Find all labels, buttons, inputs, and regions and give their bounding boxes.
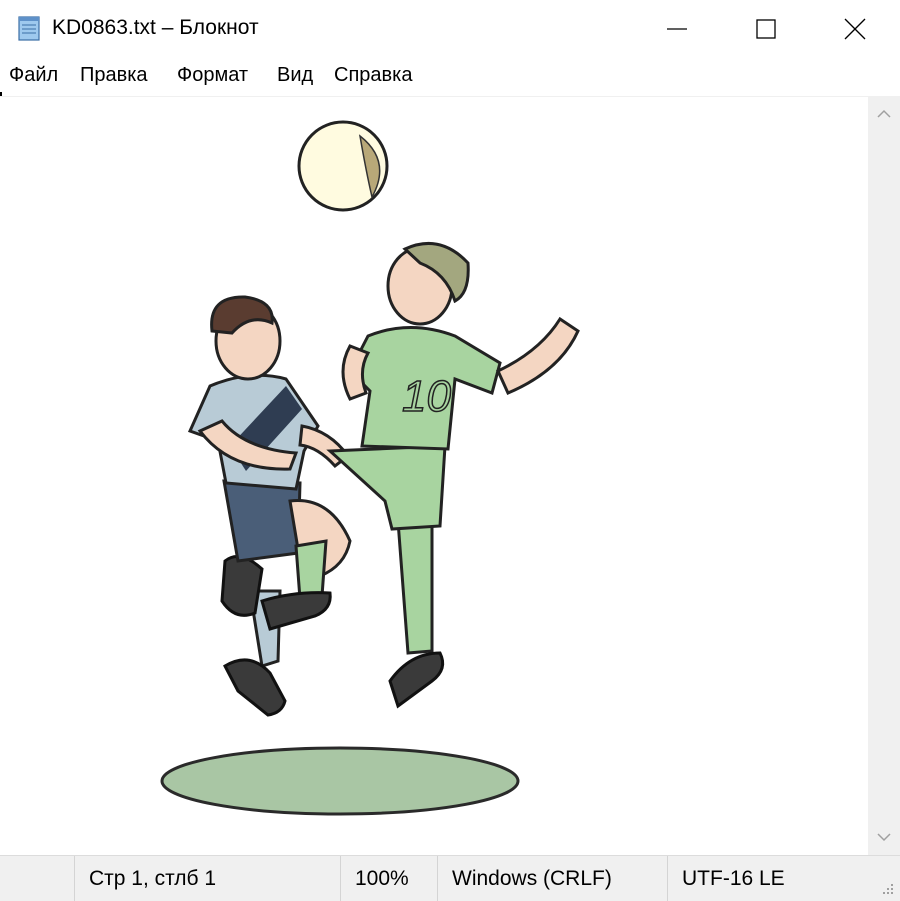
window-title: KD0863.txt – Блокнот: [52, 16, 259, 39]
ground-shadow: [160, 746, 520, 816]
scroll-up-button[interactable]: [868, 96, 900, 132]
menu-edit[interactable]: Правка: [79, 64, 149, 87]
text-editor-area[interactable]: 10: [0, 96, 868, 856]
title-bar[interactable]: KD0863.txt – Блокнот: [0, 0, 900, 58]
status-line-endings: Windows (CRLF): [437, 856, 667, 901]
vertical-scrollbar[interactable]: [868, 96, 900, 855]
player-left: [187, 295, 351, 717]
resize-grip-icon[interactable]: [880, 881, 894, 895]
chevron-down-icon: [877, 833, 891, 842]
menu-bar: Файл Правка Формат Вид Справка: [0, 60, 900, 94]
notepad-icon: [15, 14, 43, 42]
maximize-icon: [756, 19, 776, 39]
minimize-button[interactable]: [632, 0, 722, 58]
close-button[interactable]: [810, 0, 900, 58]
scroll-down-button[interactable]: [868, 819, 900, 855]
status-bar: Стр 1, стлб 1 100% Windows (CRLF) UTF-16…: [0, 855, 900, 901]
menu-format[interactable]: Формат: [176, 64, 249, 87]
close-icon: [844, 18, 866, 40]
menu-file[interactable]: Файл: [8, 64, 59, 87]
soccer-ball: [297, 120, 389, 212]
menu-view[interactable]: Вид: [276, 64, 314, 87]
minimize-icon: [667, 28, 687, 30]
soccer-players-illustration: 10: [160, 120, 580, 816]
menu-help[interactable]: Справка: [333, 64, 413, 87]
status-zoom: 100%: [340, 856, 437, 901]
maximize-button[interactable]: [721, 0, 811, 58]
jersey-number: 10: [402, 372, 451, 421]
chevron-up-icon: [877, 109, 891, 118]
status-encoding: UTF-16 LE: [667, 856, 867, 901]
player-right: 10: [260, 241, 580, 709]
status-cursor-position: Стр 1, стлб 1: [74, 856, 340, 901]
